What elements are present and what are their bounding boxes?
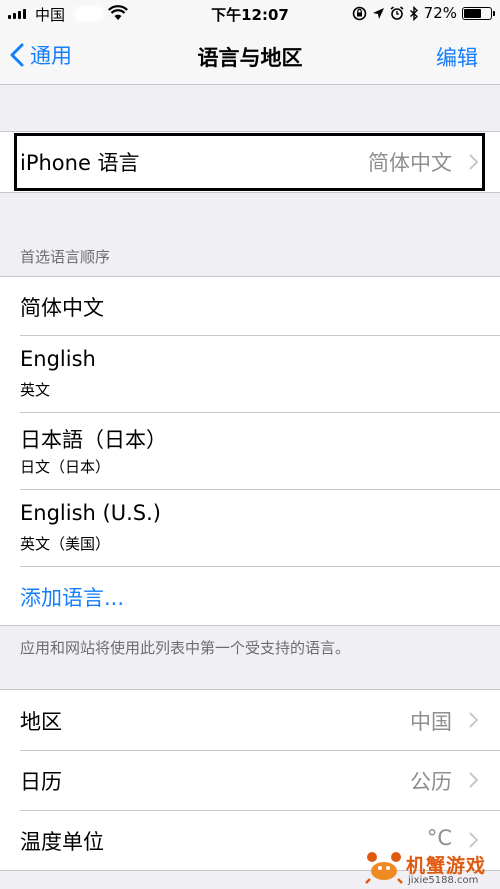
crab-logo-icon xyxy=(365,852,403,884)
add-language-button[interactable]: 添加语言... xyxy=(20,582,124,612)
language-title: English (U.S.) xyxy=(20,501,161,525)
list-item[interactable]: English (U.S.) 英文（美国） xyxy=(0,489,500,566)
add-language-row[interactable]: 添加语言... xyxy=(0,566,500,625)
iphone-language-value: 简体中文 xyxy=(368,151,452,175)
language-subtitle: 英文（美国） xyxy=(20,535,111,553)
preferred-order-header: 首选语言顺序 xyxy=(20,248,111,266)
navigation-bar: 通用 语言与地区 编辑 xyxy=(0,28,500,85)
list-item[interactable]: 日本語（日本） 日文（日本） xyxy=(0,412,500,489)
language-subtitle: 日文（日本） xyxy=(20,458,111,476)
preferred-language-list: 简体中文 English 英文 日本語（日本） 日文（日本） English (… xyxy=(0,276,500,626)
iphone-language-group: iPhone 语言 简体中文 xyxy=(0,131,500,193)
calendar-value: 公历 xyxy=(410,770,452,794)
language-title: 日本語（日本） xyxy=(20,428,167,452)
watermark-brand: 机蟹游戏 xyxy=(406,855,487,877)
chevron-right-icon xyxy=(469,832,479,848)
temperature-unit-label: 温度单位 xyxy=(20,830,104,854)
chevron-right-icon xyxy=(469,712,479,728)
language-title: 简体中文 xyxy=(20,296,104,320)
calendar-row[interactable]: 日历 公历 xyxy=(0,750,500,810)
status-bar: 中国 下午12:07 72% xyxy=(0,0,500,28)
battery-percent: 72% xyxy=(423,4,457,22)
region-settings-group: 地区 中国 日历 公历 温度单位 °C xyxy=(0,689,500,871)
region-value: 中国 xyxy=(410,710,452,734)
orientation-lock-icon xyxy=(352,6,366,20)
language-title: English xyxy=(20,347,96,371)
location-icon xyxy=(372,7,384,19)
list-item[interactable]: English 英文 xyxy=(0,335,500,412)
site-watermark: 机蟹游戏 jixie5188.com xyxy=(360,849,500,889)
temperature-unit-value: °C xyxy=(426,826,452,850)
watermark-url: jixie5188.com xyxy=(408,875,479,886)
bluetooth-icon xyxy=(409,5,418,21)
calendar-label: 日历 xyxy=(20,770,62,794)
list-item[interactable]: 简体中文 xyxy=(0,277,500,335)
chevron-right-icon xyxy=(469,154,479,170)
preferred-order-footer: 应用和网站将使用此列表中第一个受支持的语言。 xyxy=(20,639,351,657)
region-row[interactable]: 地区 中国 xyxy=(0,690,500,750)
alarm-icon xyxy=(390,6,404,20)
language-subtitle: 英文 xyxy=(20,381,51,399)
battery-icon xyxy=(462,6,495,20)
iphone-language-row[interactable]: iPhone 语言 简体中文 xyxy=(0,132,500,192)
chevron-right-icon xyxy=(469,772,479,788)
iphone-language-label: iPhone 语言 xyxy=(20,151,140,175)
edit-button[interactable]: 编辑 xyxy=(436,42,478,72)
page-title: 语言与地区 xyxy=(197,46,303,70)
region-label: 地区 xyxy=(20,710,62,734)
